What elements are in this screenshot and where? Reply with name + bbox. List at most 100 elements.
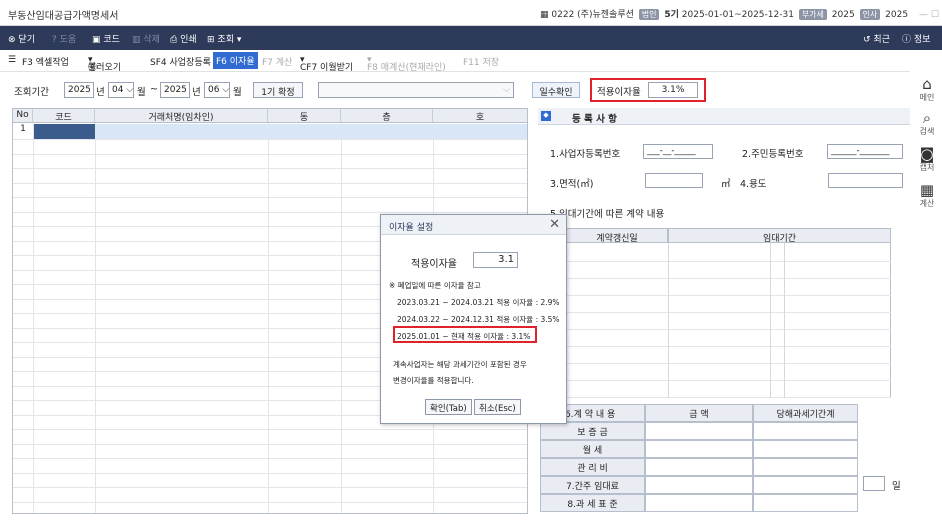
biz-reg-label: 1.사업자등록번호 bbox=[550, 149, 621, 160]
recent-button[interactable]: ↺ 최근 bbox=[863, 32, 890, 45]
query-button[interactable]: ⊞ 조회 ▾ bbox=[207, 32, 241, 45]
col-unit: 호 bbox=[433, 109, 527, 123]
dialog-ok-button[interactable]: 확인(Tab) bbox=[425, 399, 472, 415]
close-button[interactable]: ⊗ 닫기 bbox=[8, 32, 35, 45]
help-button[interactable]: ? 도움 bbox=[52, 32, 76, 45]
term-confirm-button[interactable]: 1기 확정 bbox=[253, 82, 303, 98]
hamburger-icon[interactable]: ☰ bbox=[8, 55, 16, 65]
lease-row-line bbox=[566, 363, 891, 364]
maintenance-label: 관 리 비 bbox=[540, 458, 645, 476]
sidebar-search[interactable]: ⌕ 검색 bbox=[914, 110, 940, 137]
maximize-icon[interactable]: ☐ bbox=[931, 10, 939, 20]
dialog-rate-line-2: 2024.03.22 ~ 2024.12.31 적용 이자율 : 3.5% bbox=[397, 315, 560, 324]
camera-icon: ◙ bbox=[919, 145, 935, 163]
section-title: 등 록 사 항 bbox=[572, 114, 617, 125]
deemed-rent-period[interactable] bbox=[753, 476, 858, 494]
info-button[interactable]: ⓘ 정보 bbox=[902, 32, 930, 45]
dialog-title: 이자율 설정 bbox=[389, 223, 434, 233]
year-label-2: 년 bbox=[192, 87, 201, 98]
table-row-line bbox=[13, 197, 527, 198]
history-icon: ↺ bbox=[863, 35, 871, 45]
cf7-carryover-button[interactable]: CF7 이월받기 ▾ bbox=[300, 55, 353, 73]
calculator-icon: ▦ bbox=[919, 181, 935, 199]
deposit-amount[interactable] bbox=[645, 422, 753, 440]
load-button[interactable]: ⓪ 불러오기 ▾ bbox=[88, 55, 121, 73]
minimize-icon[interactable]: — bbox=[919, 10, 928, 20]
deemed-rent-amount[interactable] bbox=[645, 476, 753, 494]
dialog-desc-2: 변경이자율를 적용합니다. bbox=[393, 376, 474, 385]
dialog-rate-input[interactable]: 3.1 bbox=[473, 252, 518, 268]
period-row: 조회기간 2025 년 04 ⌵ 월 ~ 2025 년 06 ⌵ 월 1기 확정… bbox=[0, 78, 910, 104]
lease-col-line bbox=[770, 243, 771, 398]
to-month-select[interactable]: 06 ⌵ bbox=[204, 82, 230, 98]
deposit-period[interactable] bbox=[753, 422, 858, 440]
window-title: 부동산임대공급가액명세서 bbox=[8, 11, 119, 22]
lease-row-line bbox=[566, 329, 891, 330]
tilde-label: ~ bbox=[150, 84, 158, 95]
days-input[interactable] bbox=[863, 476, 885, 491]
table-row-line bbox=[13, 139, 527, 140]
printer-icon: ⎙ bbox=[170, 35, 178, 45]
dialog-cancel-button[interactable]: 취소(Esc) bbox=[474, 399, 521, 415]
f8-recalc-button[interactable]: F8 매계산(현재라인) ▾ bbox=[367, 55, 446, 73]
f11-save-button[interactable]: F11 저장 bbox=[463, 55, 499, 68]
sidebar-main[interactable]: ⌂ 메인 bbox=[914, 76, 940, 103]
selected-row[interactable] bbox=[95, 124, 527, 139]
dialog-close-icon[interactable]: ✕ bbox=[549, 217, 560, 232]
from-year-input[interactable]: 2025 bbox=[64, 82, 94, 98]
to-year-input[interactable]: 2025 bbox=[160, 82, 190, 98]
maintenance-period[interactable] bbox=[753, 458, 858, 476]
col-divider bbox=[33, 123, 34, 513]
delete-button[interactable]: ▥ 삭제 bbox=[132, 32, 160, 45]
grid-header-period: 임대기간 bbox=[668, 228, 891, 244]
workplace-select[interactable]: ⌵ bbox=[318, 82, 514, 98]
table-row-line bbox=[13, 443, 527, 445]
deposit-label: 보 증 금 bbox=[540, 422, 645, 440]
table-row-line bbox=[13, 472, 527, 474]
from-month-select[interactable]: 04 ⌵ bbox=[108, 82, 134, 98]
days-check-button[interactable]: 일수확인 bbox=[532, 82, 580, 98]
tax-year: 2025 bbox=[885, 10, 909, 20]
period-label: 조회기간 bbox=[14, 87, 49, 98]
rate-highlight-box bbox=[590, 78, 706, 102]
search-icon: ⌕ bbox=[922, 109, 932, 127]
tax-base-period[interactable] bbox=[753, 494, 858, 512]
current-period-label: 당해과세기간계 bbox=[753, 404, 858, 422]
area-input[interactable] bbox=[645, 173, 703, 188]
col-divider bbox=[95, 123, 96, 513]
f6-interest-rate-button[interactable]: F6 이자율 bbox=[213, 52, 258, 69]
col-floor: 층 bbox=[341, 109, 433, 123]
print-button[interactable]: ⎙ 인쇄 bbox=[170, 32, 197, 45]
col-divider bbox=[341, 123, 342, 513]
monthly-rent-amount[interactable] bbox=[645, 440, 753, 458]
sidebar-capture[interactable]: ◙ 캡처 bbox=[914, 146, 940, 173]
row-no: 1 bbox=[20, 124, 26, 134]
f7-calc-button[interactable]: F7 계산 bbox=[262, 55, 292, 68]
main-toolbar: ⊗ 닫기 ? 도움 ▣ 코드 ▥ 삭제 ⎙ 인쇄 ⊞ 조회 ▾ ↺ 최근 ⓘ 정… bbox=[0, 26, 942, 50]
function-toolbar: ☰ F3 엑셀작업 ⓪ 불러오기 ▾ SF4 사업장등록 F6 이자율 F7 계… bbox=[0, 50, 910, 73]
sidebar-calc[interactable]: ▦ 계산 bbox=[914, 182, 940, 209]
usage-input[interactable] bbox=[828, 173, 903, 188]
sf4-biz-reg-button[interactable]: SF4 사업장등록 bbox=[150, 55, 211, 68]
table-row-line bbox=[13, 458, 527, 459]
f3-excel-button[interactable]: F3 엑셀작업 bbox=[22, 55, 69, 68]
lease-row-line bbox=[566, 278, 891, 279]
close-circle-icon: ⊗ bbox=[8, 35, 16, 45]
selected-code-cell[interactable] bbox=[33, 124, 95, 139]
lease-content-label: 5.임대기간에 따른 계약 내용 bbox=[550, 209, 665, 220]
info-icon: ⓘ bbox=[902, 35, 912, 45]
resident-input[interactable]: ______-_______ bbox=[827, 144, 903, 159]
lease-row-line bbox=[566, 346, 891, 347]
lease-row-line bbox=[566, 312, 891, 313]
corp-badge: 법인 bbox=[638, 9, 660, 20]
deemed-rent-label: 7.간주 임대료 bbox=[540, 476, 645, 494]
lease-col-line bbox=[784, 243, 785, 398]
biz-reg-input[interactable]: ___-__-_____ bbox=[643, 144, 713, 159]
query-icon: ⊞ bbox=[207, 35, 215, 45]
table-row-line bbox=[13, 168, 527, 169]
monthly-rent-period[interactable] bbox=[753, 440, 858, 458]
code-button[interactable]: ▣ 코드 bbox=[92, 32, 120, 45]
tax-base-amount[interactable] bbox=[645, 494, 753, 512]
area-label: 3.면적(㎡) bbox=[550, 179, 594, 190]
maintenance-amount[interactable] bbox=[645, 458, 753, 476]
